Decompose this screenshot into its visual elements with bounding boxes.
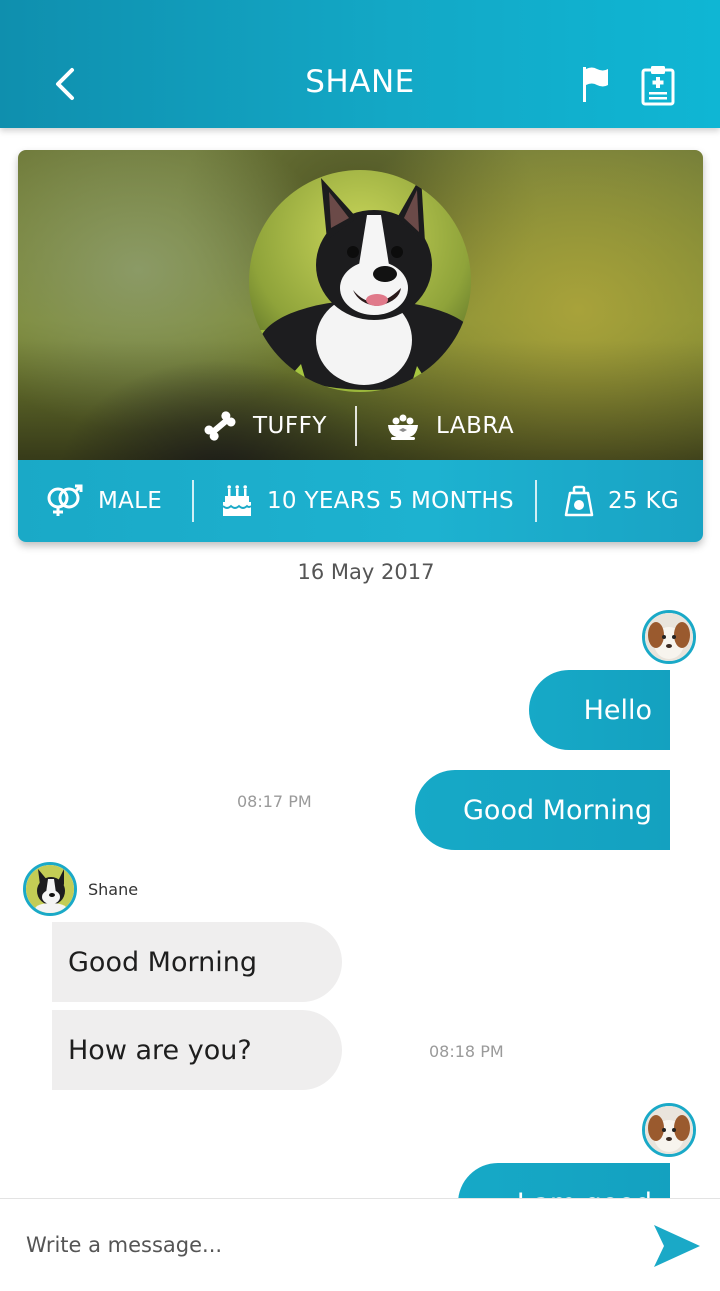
message-bubble-out[interactable]: Good Morning <box>415 770 670 850</box>
pet-profile-card: TUFFY LABRA MALE 10 YEARS 5 MONTHS 25 KG <box>18 150 703 542</box>
bone-icon <box>204 411 236 441</box>
pet-bowl-icon <box>388 414 418 440</box>
message-bubble-in[interactable]: How are you? <box>52 1010 342 1090</box>
gender-icon <box>47 484 83 516</box>
sender-avatar[interactable] <box>23 862 77 916</box>
stat-divider <box>192 480 194 522</box>
tag-divider <box>355 406 357 446</box>
my-avatar[interactable] <box>642 1103 696 1157</box>
message-time: 08:17 PM <box>237 792 312 811</box>
weight-stat: 25 KG <box>564 460 679 542</box>
age-value: 10 YEARS 5 MONTHS <box>267 488 514 514</box>
age-stat: 10 YEARS 5 MONTHS <box>221 460 514 542</box>
app-header: SHANE <box>0 0 720 128</box>
pet-name-tag: TUFFY <box>203 410 327 442</box>
pet-photo[interactable] <box>249 170 471 392</box>
chat-date: 16 May 2017 <box>297 560 435 584</box>
message-bubble-in[interactable]: Good Morning <box>52 922 342 1002</box>
weight-scale-icon <box>564 485 594 517</box>
medical-report-button[interactable] <box>640 64 676 106</box>
birthday-cake-icon <box>222 485 252 516</box>
medical-clipboard-icon <box>641 66 675 106</box>
gender-stat: MALE <box>46 460 162 542</box>
flag-icon <box>583 67 608 102</box>
gender-value: MALE <box>98 488 163 514</box>
my-avatar[interactable] <box>642 610 696 664</box>
pet-tags: TUFFY LABRA <box>18 406 703 446</box>
pet-name: TUFFY <box>253 413 327 439</box>
pet-breed-tag: LABRA <box>386 410 514 442</box>
flag-button[interactable] <box>578 64 614 104</box>
message-input[interactable] <box>26 1225 626 1265</box>
sender-name: Shane <box>88 880 139 899</box>
message-time: 08:18 PM <box>429 1042 504 1061</box>
message-composer <box>0 1198 720 1291</box>
pet-breed: LABRA <box>436 413 515 439</box>
stat-divider <box>535 480 537 522</box>
pet-stats-bar: MALE 10 YEARS 5 MONTHS 25 KG <box>18 460 703 542</box>
message-bubble-out[interactable]: Hello <box>529 670 670 750</box>
send-button[interactable] <box>652 1223 702 1269</box>
weight-value: 25 KG <box>608 488 679 514</box>
send-icon <box>654 1225 700 1267</box>
